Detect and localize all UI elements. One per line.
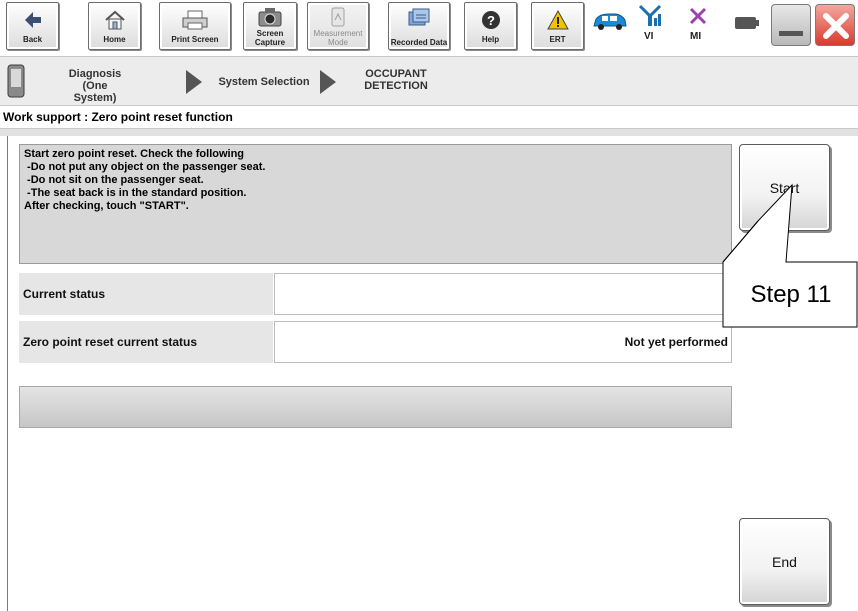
current-status-label: Current status	[19, 273, 273, 315]
warning-icon	[532, 8, 583, 32]
back-button[interactable]: Back	[6, 2, 59, 50]
measurement-mode-button[interactable]: Measurement Mode	[307, 2, 369, 50]
recorded-data-button[interactable]: Recorded Data	[388, 2, 450, 50]
camera-icon	[244, 5, 296, 29]
battery-icon	[735, 16, 759, 35]
breadcrumb-arrow-icon	[186, 70, 202, 94]
instruction-line: After checking, touch "START".	[24, 200, 189, 212]
measurement-icon	[308, 5, 368, 29]
home-label: Home	[103, 35, 126, 44]
close-button[interactable]	[815, 4, 855, 46]
device-icon	[7, 64, 25, 103]
ert-button[interactable]: ERT	[531, 2, 584, 50]
back-label: Back	[22, 35, 43, 44]
zero-point-reset-status-value: Not yet performed	[274, 321, 732, 363]
ert-label: ERT	[549, 35, 566, 44]
svg-text:?: ?	[487, 13, 495, 28]
breadcrumb-system-selection[interactable]: System Selection	[209, 76, 319, 88]
progress-bar	[19, 386, 732, 428]
screen-capture-label: Screen Capture	[254, 29, 286, 47]
page-title: Work support : Zero point reset function	[3, 110, 233, 124]
instruction-line: -The seat back is in the standard positi…	[24, 187, 247, 199]
breadcrumb-diagnosis[interactable]: Diagnosis (One System)	[60, 68, 130, 104]
instruction-line: -Do not sit on the passenger seat.	[24, 174, 204, 186]
instruction-line: -Do not put any object on the passenger …	[24, 161, 266, 173]
left-divider	[7, 136, 8, 611]
recorded-data-label: Recorded Data	[390, 38, 448, 47]
help-icon: ?	[465, 8, 516, 32]
vi-signal-icon	[638, 4, 662, 33]
home-icon	[89, 8, 140, 32]
help-label: Help	[481, 35, 500, 44]
vehicle-icon	[592, 10, 628, 37]
current-status-value	[274, 273, 732, 315]
instruction-box: Start zero point reset. Check the follow…	[19, 144, 732, 264]
minimize-button[interactable]	[771, 4, 811, 46]
home-button[interactable]: Home	[88, 2, 141, 50]
toolbar: Back Home Print Screen Screen Capture Me…	[0, 0, 858, 52]
mi-disconnected-icon	[688, 6, 708, 31]
step-callout-label: Step 11	[750, 281, 832, 308]
back-arrow-icon	[7, 8, 58, 32]
zero-point-reset-status-label: Zero point reset current status	[19, 321, 273, 363]
close-icon	[821, 11, 851, 46]
breadcrumb-arrow-icon	[320, 70, 336, 94]
help-button[interactable]: ? Help	[464, 2, 517, 50]
print-screen-button[interactable]: Print Screen	[159, 2, 231, 50]
printer-icon	[160, 8, 230, 32]
screen-capture-button[interactable]: Screen Capture	[243, 2, 297, 50]
mi-label: MI	[690, 31, 702, 42]
connection-status-area: VI MI	[588, 4, 763, 48]
breadcrumb: Diagnosis (One System) System Selection …	[0, 56, 858, 106]
title-divider	[0, 128, 858, 136]
instruction-line: Start zero point reset. Check the follow…	[24, 148, 245, 160]
breadcrumb-occupant-detection: OCCUPANT DETECTION	[364, 68, 428, 92]
print-screen-label: Print Screen	[171, 35, 219, 44]
vi-label: VI	[644, 31, 654, 42]
recorded-data-icon	[389, 5, 449, 29]
minimize-icon	[779, 31, 803, 36]
measurement-mode-label: Measurement Mode	[313, 29, 363, 47]
end-button[interactable]: End	[739, 518, 830, 605]
